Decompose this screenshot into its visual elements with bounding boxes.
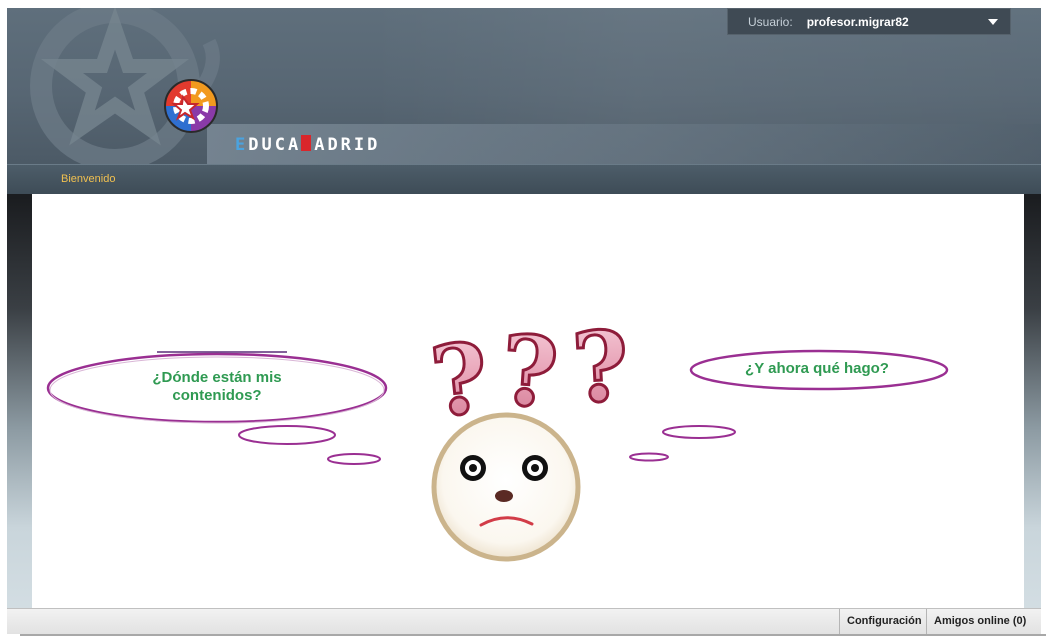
brand-wordmark[interactable]: EDUCAMADRID	[235, 135, 380, 157]
main-content: ? ? ? ¿Dónde están mis contenidos? ¿Y ah…	[32, 194, 1024, 608]
sad-face-icon	[431, 412, 581, 562]
brand-letter-m: M	[301, 135, 312, 151]
user-label: Usuario:	[748, 14, 793, 29]
bubble-right-text: ¿Y ahora qué hago?	[745, 360, 889, 377]
educamadrid-logo-icon[interactable]	[27, 8, 267, 164]
bottom-divider	[20, 634, 1046, 636]
friends-online-button[interactable]: Amigos online (0)	[926, 609, 1041, 634]
user-name: profesor.migrar82	[806, 14, 909, 29]
app-window: EDUCAMADRID Usuario: profesor.migrar82 B…	[7, 8, 1041, 634]
bubble-left-text: ¿Dónde están mis contenidos?	[117, 369, 317, 405]
nav-item-bienvenido[interactable]: Bienvenido	[61, 173, 115, 185]
svg-text:?: ?	[569, 309, 631, 425]
user-menu[interactable]: Usuario: profesor.migrar82	[727, 8, 1011, 35]
site-header: EDUCAMADRID Usuario: profesor.migrar82	[7, 8, 1041, 164]
brand-text-duca: DUCA	[248, 135, 302, 155]
brand-letter-e: E	[235, 135, 249, 155]
bubble-left-line1: ¿Dónde están mis	[152, 369, 282, 386]
nav-bar: Bienvenido	[7, 164, 1041, 194]
chevron-down-icon[interactable]	[988, 19, 998, 25]
brand-text-adrid: ADRID	[314, 135, 381, 155]
svg-text:?: ?	[498, 313, 562, 430]
status-bar: Configuración Amigos online (0)	[7, 608, 1041, 634]
config-button[interactable]: Configuración	[839, 609, 929, 634]
bubble-left-line2: contenidos?	[172, 387, 262, 404]
